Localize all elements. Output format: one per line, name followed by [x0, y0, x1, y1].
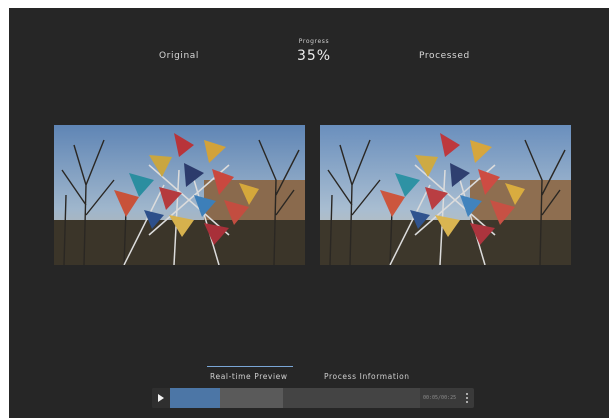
original-image-graphic: [54, 125, 305, 265]
play-icon: [158, 394, 164, 402]
processed-image: [320, 125, 571, 265]
progress-value: 35%: [296, 48, 332, 64]
seek-bar[interactable]: [170, 388, 420, 408]
tab-process-information[interactable]: Process Information: [324, 372, 410, 381]
seek-bar-played: [170, 388, 220, 408]
more-options-button[interactable]: [460, 388, 474, 408]
original-label: Original: [159, 51, 200, 61]
time-readout: 00:05/00:25: [423, 395, 457, 401]
progress-title: Progress: [298, 38, 330, 45]
active-tab-indicator: [207, 366, 293, 367]
video-player-bar: 00:05/00:25: [152, 388, 474, 408]
original-image: [54, 125, 305, 265]
processed-image-graphic: [320, 125, 571, 265]
app-window: Original Progress 35% Processed Real-tim…: [9, 8, 609, 418]
tab-real-time-preview[interactable]: Real-time Preview: [210, 372, 288, 381]
play-button[interactable]: [152, 388, 170, 408]
processed-label: Processed: [419, 51, 470, 61]
